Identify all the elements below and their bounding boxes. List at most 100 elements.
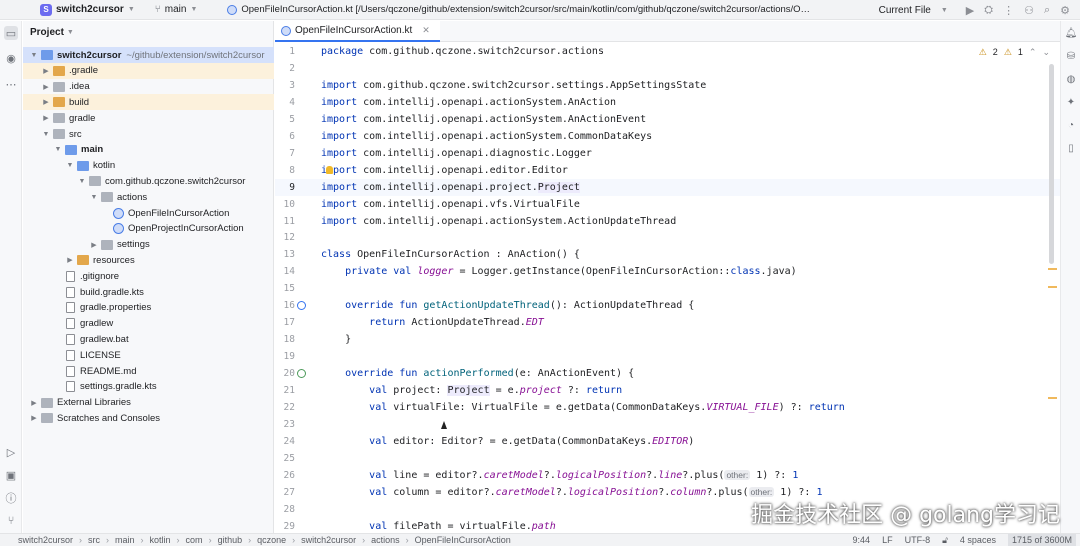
database-icon[interactable]: ⛁ [1064, 49, 1078, 63]
line-number[interactable]: 1 [275, 43, 295, 60]
code-line[interactable]: 4 import com.intellij.openapi.actionSyste… [275, 94, 1060, 111]
line-number[interactable]: 25 [275, 450, 295, 467]
memory-indicator[interactable]: 1715 of 3600M [1007, 534, 1076, 546]
tree-item[interactable]: ▶ .gradle [23, 62, 274, 79]
editor-scrollbar[interactable] [1049, 64, 1054, 264]
code-line[interactable]: 12 [275, 229, 1060, 246]
caret-position[interactable]: 9:44 [853, 535, 871, 545]
code-line[interactable]: 7 import com.intellij.openapi.diagnostic.… [275, 145, 1060, 162]
line-number[interactable]: 15 [275, 280, 295, 297]
tree-item[interactable]: ▼ src [23, 126, 274, 142]
breadcrumb-item[interactable]: OpenFileInCursorAction [415, 535, 511, 545]
chevron-right-icon[interactable]: ▶ [29, 399, 39, 407]
line-number[interactable]: 7 [275, 145, 295, 162]
coverage-icon[interactable]: ◔ [1064, 118, 1078, 132]
tree-item[interactable]: ▶ resources [23, 252, 274, 268]
notifications-icon[interactable]: 🔔︎ [1064, 26, 1078, 40]
code-line[interactable]: 18 } [275, 331, 1060, 348]
line-number[interactable]: 14 [275, 263, 295, 280]
line-number[interactable]: 6 [275, 128, 295, 145]
structure-tool-icon[interactable]: ⋯ [4, 77, 18, 91]
line-number[interactable]: 11 [275, 213, 295, 230]
tree-item[interactable]: OpenFileInCursorAction [23, 205, 274, 221]
chevron-right-icon[interactable]: ▶ [41, 83, 51, 91]
code-line[interactable]: 5 import com.intellij.openapi.actionSyste… [275, 111, 1060, 128]
error-stripe-mark[interactable] [1048, 268, 1057, 270]
git-tool-icon[interactable]: ⑂ [4, 514, 18, 528]
tree-item[interactable]: ▶ .idea [23, 79, 274, 95]
indent-setting[interactable]: 4 spaces [960, 535, 996, 545]
settings-icon[interactable]: ⚙ [1060, 4, 1070, 17]
line-number[interactable]: 24 [275, 433, 295, 450]
tree-item[interactable]: LICENSE [23, 347, 274, 363]
line-number[interactable]: 27 [275, 484, 295, 501]
line-number[interactable]: 23 [275, 416, 295, 433]
tree-item[interactable]: build.gradle.kts [23, 284, 274, 300]
line-number[interactable]: 22 [275, 399, 295, 416]
chevron-down-icon[interactable]: ▼ [41, 131, 51, 138]
chevron-right-icon[interactable]: ▶ [41, 67, 51, 75]
chevron-down-icon[interactable]: ▼ [65, 162, 75, 169]
breadcrumb-item[interactable]: com [186, 535, 203, 545]
breadcrumb-item[interactable]: actions [371, 535, 400, 545]
services-tool-icon[interactable]: ▷ [4, 445, 18, 459]
line-number[interactable]: 4 [275, 94, 295, 111]
chevron-right-icon[interactable]: ▶ [89, 241, 99, 249]
tree-item[interactable]: ▶ Scratches and Consoles [23, 410, 274, 426]
ai-assistant-icon[interactable]: ✦ [1064, 95, 1078, 109]
problems-tool-icon[interactable]: ⓘ [4, 491, 18, 505]
line-number[interactable]: 19 [275, 348, 295, 365]
code-line[interactable]: 20 override fun actionPerformed(e: AnAct… [275, 365, 1060, 382]
breadcrumb-item[interactable]: switch2cursor [18, 535, 73, 545]
tree-item[interactable]: ▼ kotlin [23, 158, 274, 174]
chevron-right-icon[interactable]: ▶ [65, 256, 75, 264]
line-number[interactable]: 18 [275, 331, 295, 348]
tree-item[interactable]: ▶ settings [23, 237, 274, 253]
run-icon[interactable]: ▶ [966, 4, 974, 17]
override-gutter-icon[interactable] [297, 369, 306, 379]
code-line[interactable]: 9 import com.intellij.openapi.project.Pro… [275, 178, 1060, 196]
tree-item[interactable]: gradle.properties [23, 300, 274, 316]
line-number[interactable]: 21 [275, 382, 295, 399]
lightbulb-icon[interactable] [326, 165, 333, 174]
code-line[interactable]: 17 return ActionUpdateThread.EDT [275, 314, 1060, 331]
main-menu-button[interactable] [0, 0, 34, 19]
code-line[interactable]: 3 import com.github.qczone.switch2cursor.… [275, 77, 1060, 94]
override-gutter-icon[interactable] [297, 301, 306, 311]
chevron-down-icon[interactable]: ▼ [29, 52, 39, 59]
chevron-down-icon[interactable]: ▼ [77, 178, 87, 185]
code-line[interactable]: 13 class OpenFileInCursorAction : AnActio… [275, 246, 1060, 263]
search-icon[interactable]: ⌕ [1044, 4, 1050, 17]
branch-switcher[interactable]: ⑂ main ▼ [149, 0, 204, 19]
line-separator[interactable]: LF [882, 535, 893, 545]
line-number[interactable]: 2 [275, 60, 295, 77]
collaborate-icon[interactable]: ⚇ [1024, 4, 1034, 17]
breadcrumb-item[interactable]: qczone [257, 535, 286, 545]
debug-icon[interactable]: ⛭ [984, 4, 993, 17]
tree-item[interactable]: .gitignore [23, 268, 274, 284]
line-number[interactable]: 17 [275, 314, 295, 331]
line-number[interactable]: 13 [275, 246, 295, 263]
breadcrumb-item[interactable]: src [88, 535, 100, 545]
tree-item[interactable]: gradlew.bat [23, 331, 274, 347]
line-number[interactable]: 29 [275, 518, 295, 533]
gradle-icon[interactable]: ◍ [1064, 72, 1078, 86]
code-line[interactable]: 22 val virtualFile: VirtualFile = e.getD… [275, 399, 1060, 416]
error-stripe-mark[interactable] [1048, 397, 1057, 399]
terminal-tool-icon[interactable]: ▣ [4, 468, 18, 482]
tree-item[interactable]: ▼ actions [23, 189, 274, 205]
more-icon[interactable]: ⋮ [1003, 4, 1014, 17]
chevron-right-icon[interactable]: ▶ [41, 98, 51, 106]
lock-icon[interactable]: 🔓︎ [942, 535, 948, 546]
code-line[interactable]: 24 val editor: Editor? = e.getData(Commo… [275, 433, 1060, 450]
tree-item[interactable]: ▼ com.github.qczone.switch2cursor [23, 173, 274, 189]
error-stripe-mark[interactable] [1048, 286, 1057, 288]
tree-item[interactable]: settings.gradle.kts [23, 379, 274, 395]
code-line[interactable]: 11 import com.intellij.openapi.actionSyst… [275, 213, 1060, 230]
code-line[interactable]: 10 import com.intellij.openapi.vfs.Virtua… [275, 196, 1060, 213]
code-editor[interactable]: ⚠ 2 ⚠ 1 ⌃ ⌄ 1 package com.github.qczone.swi… [275, 42, 1060, 533]
run-config-selector[interactable]: Current File [879, 5, 931, 16]
chevron-down-icon[interactable]: ▼ [89, 194, 99, 201]
tree-item[interactable]: README.md [23, 363, 274, 379]
file-encoding[interactable]: UTF-8 [905, 535, 931, 545]
